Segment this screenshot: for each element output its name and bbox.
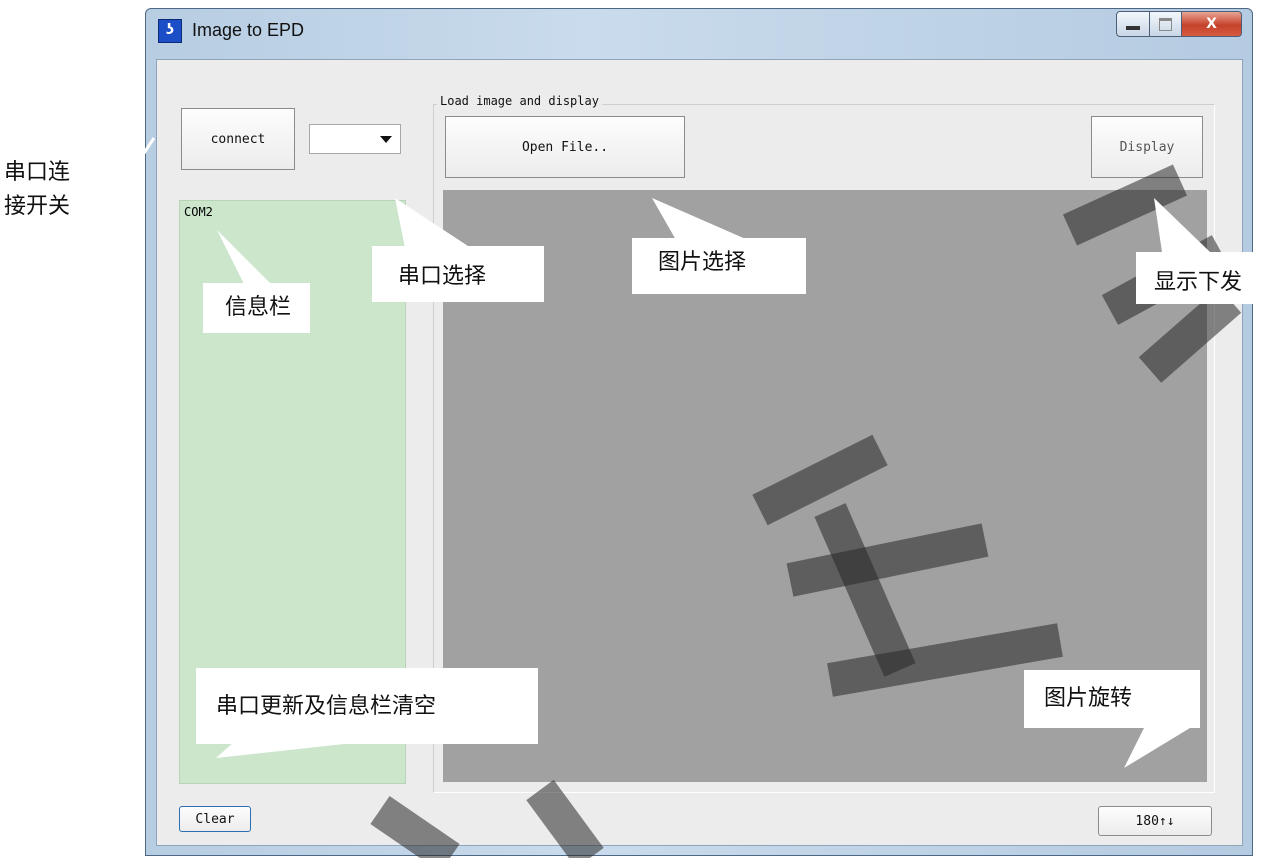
callout-tail-display [1154,198,1210,252]
callout-tail-refresh [216,742,362,758]
annotation-display-send: 显示下发 [1136,252,1269,304]
annotation-image-select: 图片选择 [632,238,806,294]
callout-tail-image [652,198,748,240]
annotation-display-send-text: 显示下发 [1154,270,1243,295]
annotation-image-rotate-text: 图片旋转 [1044,686,1133,711]
watermark-graphic [370,164,1242,858]
annotation-image-rotate: 图片旋转 [1024,670,1200,728]
callout-tail-port [395,198,471,248]
annotation-refresh-clear-text: 串口更新及信息栏清空 [216,694,437,719]
annotation-port-select-text: 串口选择 [398,264,487,289]
annotation-image-select-text: 图片选择 [658,250,747,275]
connect-leader-line [136,137,156,163]
annotation-info-bar-text: 信息栏 [225,295,292,320]
annotation-refresh-clear: 串口更新及信息栏清空 [196,668,538,744]
annotation-port-select: 串口选择 [372,246,544,302]
annotation-info-bar: 信息栏 [203,283,310,333]
callout-tail-info [217,230,273,286]
callout-tail-rotate [1124,728,1190,768]
